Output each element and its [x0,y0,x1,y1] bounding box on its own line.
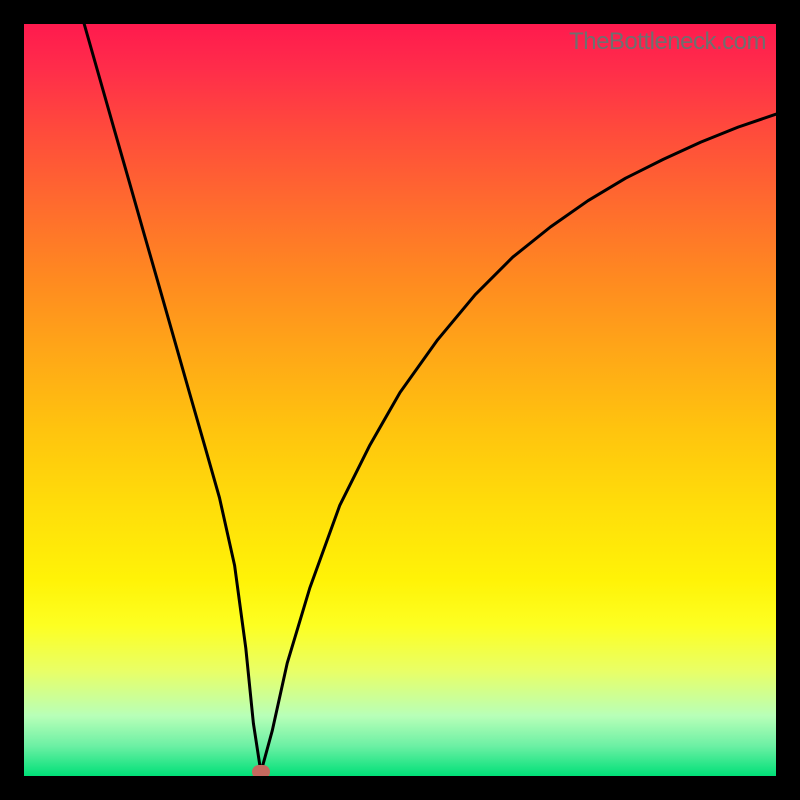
optimal-point-marker [252,765,270,776]
plot-area: TheBottleneck.com [24,24,776,776]
chart-frame: TheBottleneck.com [0,0,800,800]
bottleneck-curve [84,24,776,772]
curve-svg [24,24,776,776]
